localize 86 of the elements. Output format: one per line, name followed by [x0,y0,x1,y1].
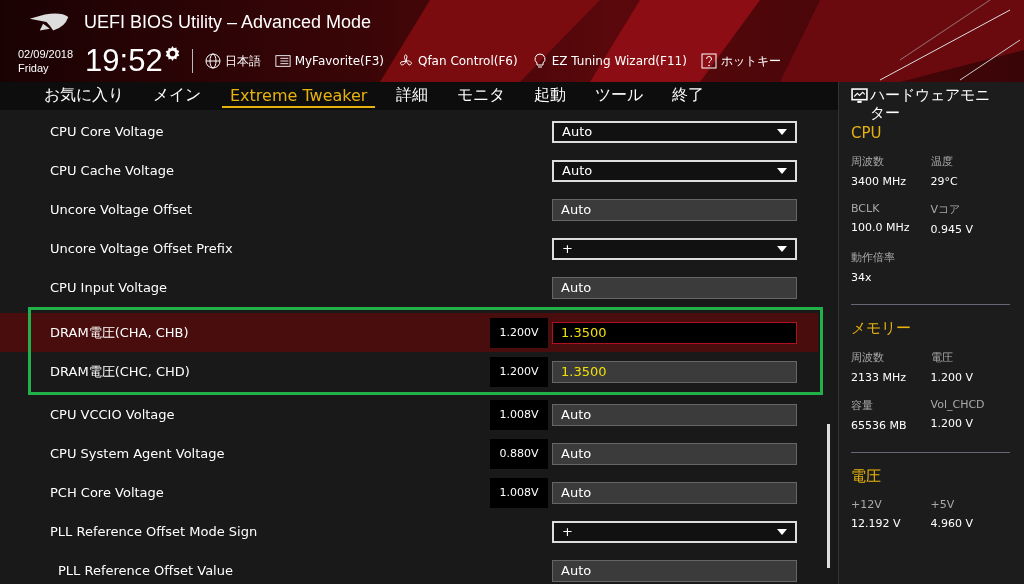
stat-label: 周波数 [851,350,885,365]
date-text: 02/09/2018 [18,47,74,61]
section-title: CPU [851,124,883,142]
stat-label: 容量 [851,398,874,413]
panel-title: ハードウェアモニター [870,86,991,122]
clock-time: 19:52 [85,43,163,79]
setting-label: PLL Reference Offset Value [58,563,234,578]
caret-icon [777,128,787,135]
caret-icon [777,167,787,174]
language-button[interactable]: 日本語 [204,52,267,70]
input-field[interactable]: 1.3500 [552,321,797,344]
voltage-reading: 1.008V [490,477,548,508]
stat-value: 4.960 V [930,517,974,530]
dropdown[interactable]: + [552,520,797,543]
day-text: Friday [18,61,50,75]
stat-value: 1.200 V [930,371,974,384]
scrollbar[interactable] [827,424,830,568]
favorite-button[interactable]: MyFavorite(F3) [274,53,390,69]
stat-label: +5V [930,498,956,511]
input-field[interactable]: Auto [552,559,797,582]
setting-label: CPU Input Voltage [50,280,169,295]
caret-icon [777,528,787,535]
menu-tab[interactable]: 詳細 [388,83,437,109]
menu-tab[interactable]: 終了 [664,83,713,109]
globe-icon [204,53,221,69]
stat-label: 動作倍率 [851,250,896,265]
caret-icon [777,245,787,252]
menu-tab[interactable]: ツール [587,83,652,109]
setting-label: PLL Reference Offset Mode Sign [50,524,259,539]
list-icon [274,53,291,69]
window-title: UEFI BIOS Utility – Advanced Mode [84,11,372,33]
stat-value: 34x [851,271,873,284]
stat-label: 電圧 [930,350,954,365]
hotkey-button[interactable]: ホットキー [700,52,787,70]
wizard-button[interactable]: EZ Tuning Wizard(F11) [531,53,693,69]
input-field[interactable]: Auto [552,198,797,221]
setting-label: DRAM電圧(CHA, CHB) [50,323,190,342]
stat-value: 65536 MB [851,419,908,432]
eye-logo-icon [28,11,70,33]
stat-label: 周波数 [851,154,885,169]
setting-label: CPU VCCIO Voltage [50,407,176,422]
voltage-reading: 1.200V [490,317,548,348]
setting-label: Uncore Voltage Offset [50,202,193,217]
section-title: 電圧 [851,467,882,486]
help-icon [700,53,717,69]
section-title: メモリー [851,319,912,338]
dropdown[interactable]: Auto [552,120,797,143]
dropdown[interactable]: + [552,237,797,260]
setting-label: CPU System Agent Voltage [50,446,226,461]
stat-value: 1.200 V [930,417,974,430]
stat-label: +12V [851,498,883,511]
stat-label: BCLK [851,202,881,215]
monitor-icon [851,88,868,105]
input-field[interactable]: Auto [552,442,797,465]
voltage-reading: 1.200V [490,356,548,387]
settings-icon[interactable] [164,46,180,61]
stat-value: 0.945 V [930,223,974,236]
voltage-reading: 0.880V [490,438,548,469]
stat-label: Vol_CHCD [930,398,986,411]
voltage-reading: 1.008V [490,399,548,430]
menu-tab[interactable]: モニタ [449,83,514,109]
stat-label: Vコア [930,202,962,217]
input-field[interactable]: 1.3500 [552,360,797,383]
input-field[interactable]: Auto [552,276,797,299]
dropdown[interactable]: Auto [552,159,797,182]
selected-setting-row[interactable]: DRAM電圧(CHA, CHB) 1.200V 1.3500 [0,313,818,352]
stat-value: 3400 MHz [851,175,908,188]
stat-label: 温度 [930,154,954,169]
setting-label: CPU Core Voltage [50,124,165,139]
menu-tab[interactable]: メイン [145,83,209,109]
stat-value: 12.192 V [851,517,902,530]
setting-label: Uncore Voltage Offset Prefix [50,241,234,256]
stat-value: 29°C [930,175,959,188]
fan-button[interactable]: Qfan Control(F6) [397,53,524,69]
stat-value: 2133 MHz [851,371,908,384]
stat-value: 100.0 MHz [851,221,911,234]
menu-tab[interactable]: Extreme Tweaker [222,84,376,108]
setting-label: CPU Cache Voltage [50,163,175,178]
input-field[interactable]: Auto [552,403,797,426]
input-field[interactable]: Auto [552,481,797,504]
menu-tab[interactable]: お気に入り [36,83,132,109]
setting-label: PCH Core Voltage [50,485,165,500]
setting-label: DRAM電圧(CHC, CHD) [50,362,191,381]
fan-icon [397,53,414,69]
lightbulb-icon [531,53,548,69]
menu-tab[interactable]: 起動 [526,83,575,109]
